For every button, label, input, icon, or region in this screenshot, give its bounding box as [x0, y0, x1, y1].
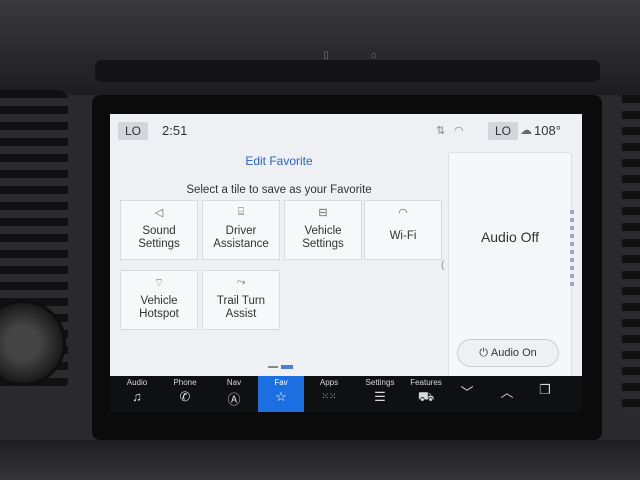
- truck-icon: ⛟: [417, 389, 435, 404]
- signal-icon: ⇅: [436, 125, 446, 137]
- tile-label: Sound Settings: [138, 225, 180, 250]
- copy-icon: ❐: [539, 382, 551, 397]
- bottom-nav-bar: Audio ♫ Phone ✆ Nav Ⓐ Fav ☆ Apps ⁙⁙ Sett…: [110, 376, 582, 412]
- outside-temperature: 108°: [534, 123, 561, 138]
- car-settings-icon: ⊟: [318, 207, 328, 219]
- panel-scroll-indicator: [570, 210, 574, 290]
- nav-multitask-button[interactable]: ❐: [528, 376, 562, 412]
- nav-label: Nav: [226, 378, 242, 387]
- tile-vehicle-hotspot[interactable]: ⌔ Vehicle Hotspot: [120, 270, 198, 330]
- trail-turn-icon: ⤳: [236, 276, 246, 288]
- nav-favorite[interactable]: Fav ☆: [258, 376, 304, 412]
- weather-icon: ☁: [520, 123, 532, 137]
- climate-right-chip[interactable]: LO: [488, 122, 519, 140]
- car-button-icon: ⌂: [370, 50, 378, 61]
- nav-features[interactable]: Features ⛟: [406, 376, 446, 412]
- dashboard-ridge: [95, 60, 600, 82]
- audio-status: Audio Off: [480, 229, 540, 245]
- chevron-down-icon: ﹀: [460, 385, 474, 400]
- speaker-icon: ◁: [154, 207, 164, 219]
- tile-sound-settings[interactable]: ◁ Sound Settings: [120, 200, 198, 260]
- climate-left-chip[interactable]: LO: [118, 122, 149, 140]
- nav-collapse-button[interactable]: ﹀: [450, 376, 484, 412]
- audio-on-button[interactable]: ⏻ Audio On: [457, 339, 559, 367]
- tile-driver-assistance[interactable]: ⌸ Driver Assistance: [202, 200, 280, 260]
- nav-label: Settings: [365, 378, 395, 387]
- nav-settings[interactable]: Settings ☰: [360, 376, 400, 412]
- tile-trail-turn-assist[interactable]: ⤳ Trail Turn Assist: [202, 270, 280, 330]
- page-indicator[interactable]: [268, 358, 296, 376]
- nav-label: Phone: [173, 378, 197, 387]
- nav-label: Features: [410, 378, 442, 387]
- tile-label: Driver Assistance: [213, 225, 269, 250]
- nav-audio[interactable]: Audio ♫: [120, 376, 154, 412]
- nav-navigation[interactable]: Nav Ⓐ: [217, 376, 251, 412]
- right-air-vent: [622, 95, 640, 415]
- audio-on-label: Audio On: [490, 347, 537, 359]
- audio-panel: Audio Off ⏻ Audio On: [448, 152, 572, 412]
- driver-assist-icon: ⌸: [237, 206, 245, 218]
- scroll-hint-mark: (: [441, 260, 445, 271]
- apps-grid-icon: ⁙⁙: [321, 391, 337, 401]
- nav-label: Audio: [126, 378, 148, 387]
- page-dot-active: [281, 364, 293, 369]
- tile-label: Vehicle Settings: [302, 225, 344, 250]
- star-icon: ☆: [275, 389, 287, 404]
- wifi-icon: ◠: [398, 207, 408, 219]
- tile-label: Vehicle Hotspot: [139, 295, 179, 320]
- tile-vehicle-settings[interactable]: ⊟ Vehicle Settings: [284, 200, 362, 260]
- navigation-icon: Ⓐ: [227, 392, 241, 407]
- nav-label: Apps: [319, 378, 339, 387]
- nav-apps[interactable]: Apps ⁙⁙: [312, 376, 346, 412]
- nav-label: Fav: [274, 378, 288, 387]
- music-note-icon: ♫: [132, 389, 142, 404]
- nav-phone[interactable]: Phone ✆: [168, 376, 202, 412]
- sliders-icon: ☰: [374, 389, 386, 404]
- tile-label: Wi-Fi: [389, 230, 417, 242]
- tile-label: Trail Turn Assist: [216, 295, 266, 320]
- phone-icon: ✆: [179, 389, 191, 404]
- hotspot-icon: ⌔: [153, 277, 165, 289]
- chevron-up-icon: ︿: [500, 385, 514, 400]
- page-dot: [268, 365, 278, 368]
- dashboard-bottom: [0, 440, 640, 480]
- nav-expand-button[interactable]: ︿: [490, 376, 524, 412]
- wifi-icon: ◠: [454, 125, 464, 137]
- page-subtitle: Select a tile to save as your Favorite: [186, 184, 372, 196]
- clock: 2:51: [162, 123, 188, 138]
- tile-wifi[interactable]: ◠ Wi-Fi: [364, 200, 442, 260]
- infotainment-screen: LO 2:51 ⇅ ◠ LO ☁ 108° Edit Favorite Sele…: [110, 114, 582, 412]
- page-title: Edit Favorite: [245, 154, 313, 168]
- status-bar: LO 2:51 ⇅ ◠ LO ☁ 108°: [110, 114, 582, 148]
- power-icon: ⏻: [479, 347, 488, 359]
- hazard-button-icon: ▯: [323, 50, 329, 61]
